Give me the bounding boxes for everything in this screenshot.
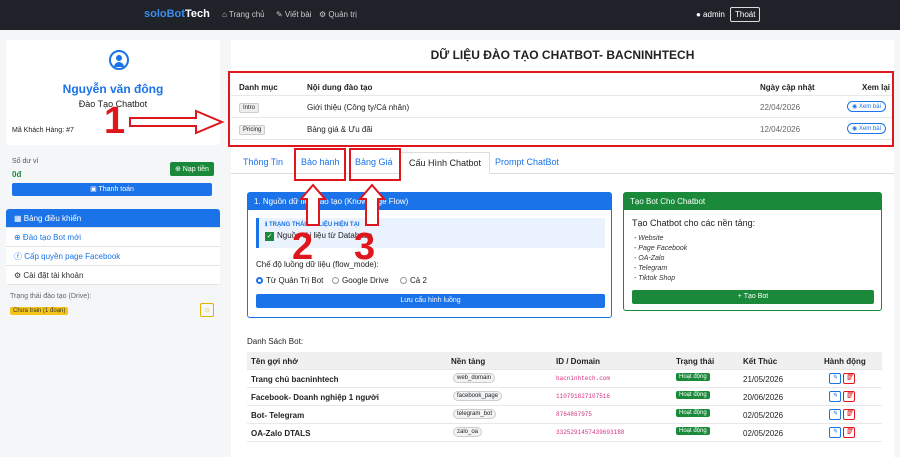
annotation-number-3: 3 — [354, 226, 376, 268]
annotation-arrows — [129, 109, 387, 226]
annotation-number-2: 2 — [292, 226, 314, 268]
annotation-number-1: 1 — [104, 100, 126, 142]
